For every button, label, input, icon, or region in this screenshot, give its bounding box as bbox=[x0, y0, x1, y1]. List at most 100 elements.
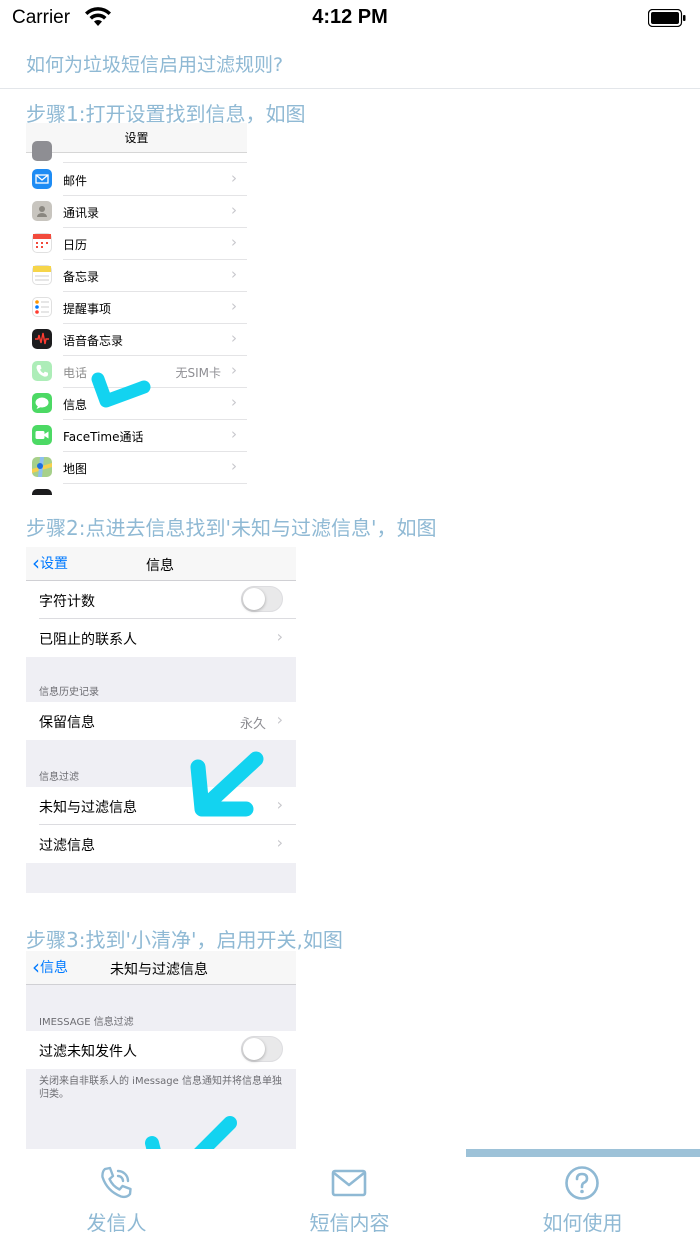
settings-row-label: 邮件 bbox=[63, 174, 88, 188]
chevron-right-icon: › bbox=[231, 425, 237, 443]
chevron-right-icon: › bbox=[276, 833, 283, 852]
step-3-label: 步骤3:找到'小清净'，启用开关,如图 bbox=[26, 928, 343, 952]
chevron-right-icon: › bbox=[276, 710, 283, 729]
chevron-right-icon: › bbox=[276, 627, 283, 646]
cell-label: 已阻止的联系人 bbox=[39, 632, 137, 648]
chevron-right-icon: › bbox=[231, 297, 237, 315]
chevron-left-icon: ‹ bbox=[32, 551, 40, 575]
cell-label: 保留信息 bbox=[39, 715, 95, 731]
mail-icon bbox=[32, 169, 52, 189]
settings-row-calendar: 日历 › bbox=[26, 228, 247, 260]
page-title: 如何为垃圾短信启用过滤规则? bbox=[26, 54, 284, 76]
settings-row-label: 日历 bbox=[63, 238, 88, 252]
messages-nav-bar: ‹设置 信息 bbox=[26, 547, 296, 581]
back-button: ‹信息 bbox=[32, 957, 68, 977]
settings-row-label: 语音备忘录 bbox=[63, 334, 124, 348]
chevron-right-icon: › bbox=[276, 795, 283, 814]
character-count-row: 字符计数 bbox=[26, 581, 296, 619]
notes-icon bbox=[32, 265, 52, 285]
help-content[interactable]: 步骤1:打开设置找到信息，如图 设置 邮件 › 通讯录 › 日历 › 备忘录 ›… bbox=[0, 89, 700, 1149]
arrow-pointer-icon bbox=[91, 372, 151, 408]
facetime-icon bbox=[32, 425, 52, 445]
section-header-filter: 信息过滤 bbox=[39, 772, 79, 783]
tab-label: 短信内容 bbox=[309, 1211, 390, 1235]
settings-row-label: 信息 bbox=[63, 398, 88, 412]
back-label: 设置 bbox=[40, 556, 68, 572]
chevron-right-icon: › bbox=[231, 169, 237, 187]
compass-icon bbox=[32, 489, 52, 495]
settings-row-label: 备忘录 bbox=[63, 270, 100, 284]
voice-memo-icon bbox=[32, 329, 52, 349]
chevron-right-icon: › bbox=[231, 265, 237, 283]
calendar-icon bbox=[32, 233, 52, 253]
settings-row-voice-memos: 语音备忘录 › bbox=[26, 324, 247, 356]
settings-nav-title: 设置 bbox=[26, 123, 247, 153]
phone-icon bbox=[101, 1166, 132, 1199]
phone-icon bbox=[32, 361, 52, 381]
settings-row-cut bbox=[26, 141, 247, 163]
tab-senders[interactable]: 发信人 bbox=[0, 1149, 233, 1244]
section-header-imessage: IMESSAGE 信息过滤 bbox=[39, 1017, 134, 1028]
settings-row-label: 提醒事项 bbox=[63, 302, 112, 316]
cell-label: 过滤未知发件人 bbox=[39, 1044, 137, 1060]
arrow-pointer-icon bbox=[190, 751, 264, 817]
tab-label: 如何使用 bbox=[542, 1211, 623, 1235]
battery-icon bbox=[648, 9, 686, 27]
cell-label: 未知与过滤信息 bbox=[39, 800, 137, 816]
settings-row-mail: 邮件 › bbox=[26, 164, 247, 196]
status-bar: Carrier 4:12 PM bbox=[0, 0, 700, 38]
settings-row-label: 地图 bbox=[63, 462, 88, 476]
chevron-right-icon: › bbox=[231, 201, 237, 219]
tab-selected-indicator bbox=[466, 1149, 700, 1157]
step-2-label: 步骤2:点进去信息找到'未知与过滤信息'，如图 bbox=[26, 516, 437, 540]
tab-label: 发信人 bbox=[86, 1211, 147, 1235]
cell-label: 过滤信息 bbox=[39, 838, 95, 854]
section-header-history: 信息历史记录 bbox=[39, 687, 99, 698]
status-time: 4:12 PM bbox=[312, 6, 388, 28]
cell-label: 字符计数 bbox=[39, 594, 95, 610]
chevron-right-icon: › bbox=[231, 233, 237, 251]
messages-settings-screenshot: ‹设置 信息 字符计数 已阻止的联系人 › 信息历史记录 保留信息 永久 › 信… bbox=[26, 547, 296, 893]
settings-row-contacts: 通讯录 › bbox=[26, 196, 247, 228]
filter-nav-bar: ‹信息 未知与过滤信息 bbox=[26, 951, 296, 985]
reminders-icon bbox=[32, 297, 52, 317]
contacts-icon bbox=[32, 201, 52, 221]
nav-title: 信息 bbox=[146, 558, 174, 574]
back-button: ‹设置 bbox=[32, 553, 68, 573]
messages-icon bbox=[32, 393, 52, 413]
maps-icon bbox=[32, 457, 52, 477]
blocked-contacts-row: 已阻止的联系人 › bbox=[26, 619, 296, 657]
settings-row-value: 无SIM卡 bbox=[175, 366, 221, 380]
settings-row-label: 通讯录 bbox=[63, 206, 100, 220]
arrow-pointer-icon bbox=[145, 1116, 237, 1149]
chevron-right-icon: › bbox=[231, 329, 237, 347]
settings-row-label: 电话 bbox=[63, 366, 88, 380]
tab-sms-content[interactable]: 短信内容 bbox=[233, 1149, 466, 1244]
settings-row-maps: 地图 › bbox=[26, 452, 247, 484]
chevron-right-icon: › bbox=[231, 393, 237, 411]
filter-unknown-toggle bbox=[241, 1036, 283, 1062]
back-label: 信息 bbox=[40, 960, 68, 976]
filtered-messages-row: 过滤信息 › bbox=[26, 825, 296, 863]
settings-screenshot: 设置 邮件 › 通讯录 › 日历 › 备忘录 › 提醒事项 › 语音备忘录 › … bbox=[26, 123, 247, 495]
filter-settings-screenshot: ‹信息 未知与过滤信息 IMESSAGE 信息过滤 过滤未知发件人 关闭来自非联… bbox=[26, 951, 296, 1149]
passwords-icon bbox=[32, 141, 52, 161]
page-header: 如何为垃圾短信启用过滤规则? bbox=[0, 38, 700, 89]
settings-row-cut bbox=[26, 484, 247, 495]
keep-messages-row: 保留信息 永久 › bbox=[26, 702, 296, 740]
character-count-toggle bbox=[241, 586, 283, 612]
mail-icon bbox=[331, 1169, 367, 1197]
chevron-right-icon: › bbox=[231, 361, 237, 379]
chevron-right-icon: › bbox=[231, 457, 237, 475]
chevron-left-icon: ‹ bbox=[32, 955, 40, 979]
tab-bar: 发信人 短信内容 如何使用 bbox=[0, 1149, 700, 1244]
cell-value: 永久 bbox=[239, 717, 266, 732]
settings-row-notes: 备忘录 › bbox=[26, 260, 247, 292]
settings-row-facetime: FaceTime通话 › bbox=[26, 420, 247, 452]
nav-title: 未知与过滤信息 bbox=[110, 962, 208, 978]
settings-row-label: FaceTime通话 bbox=[63, 430, 144, 444]
tab-how-to-use[interactable]: 如何使用 bbox=[466, 1149, 700, 1244]
settings-row-reminders: 提醒事项 › bbox=[26, 292, 247, 324]
section-footer: 关闭来自非联系人的 iMessage 信息通知并将信息单独归类。 bbox=[39, 1076, 282, 1100]
help-icon bbox=[565, 1166, 599, 1200]
